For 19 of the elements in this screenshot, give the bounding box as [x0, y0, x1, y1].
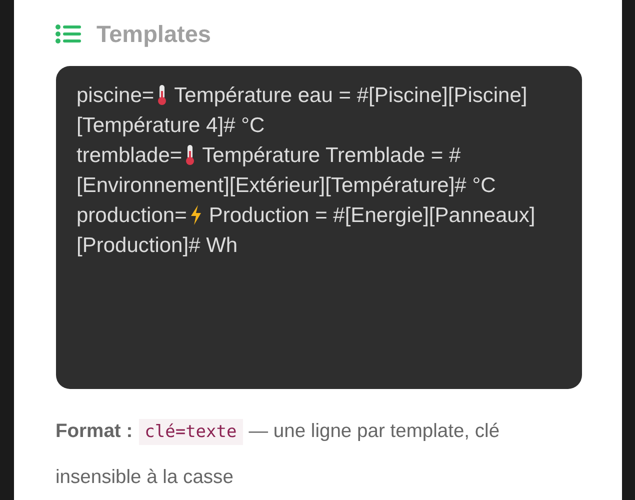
thermometer-icon: [156, 84, 168, 106]
format-description: — une ligne par template, clé: [248, 421, 500, 442]
template-text: [Environnement][Extérieur][Température]# °C: [76, 174, 496, 197]
templates-textarea[interactable]: [56, 66, 582, 389]
thermometer-icon: [184, 144, 196, 166]
template-text: Température eau = #[Piscine][Piscine]: [174, 84, 528, 107]
template-text: Température Tremblade = #: [202, 144, 461, 167]
lightning-icon: [188, 204, 203, 226]
template-key: piscine=: [76, 84, 154, 107]
template-text: [Température 4]# °C: [76, 114, 265, 137]
format-code: clé=texte: [138, 419, 243, 445]
format-label: Format :: [56, 421, 133, 442]
list-icon: [54, 24, 80, 44]
section-title: Templates: [96, 20, 211, 48]
template-text: [Production]# Wh: [76, 234, 238, 257]
template-text: Production = #[Energie][Panneaux]: [208, 204, 536, 227]
template-key: tremblade=: [76, 144, 182, 167]
format-description: insensible à la casse: [56, 467, 234, 488]
template-key: production=: [76, 204, 187, 227]
